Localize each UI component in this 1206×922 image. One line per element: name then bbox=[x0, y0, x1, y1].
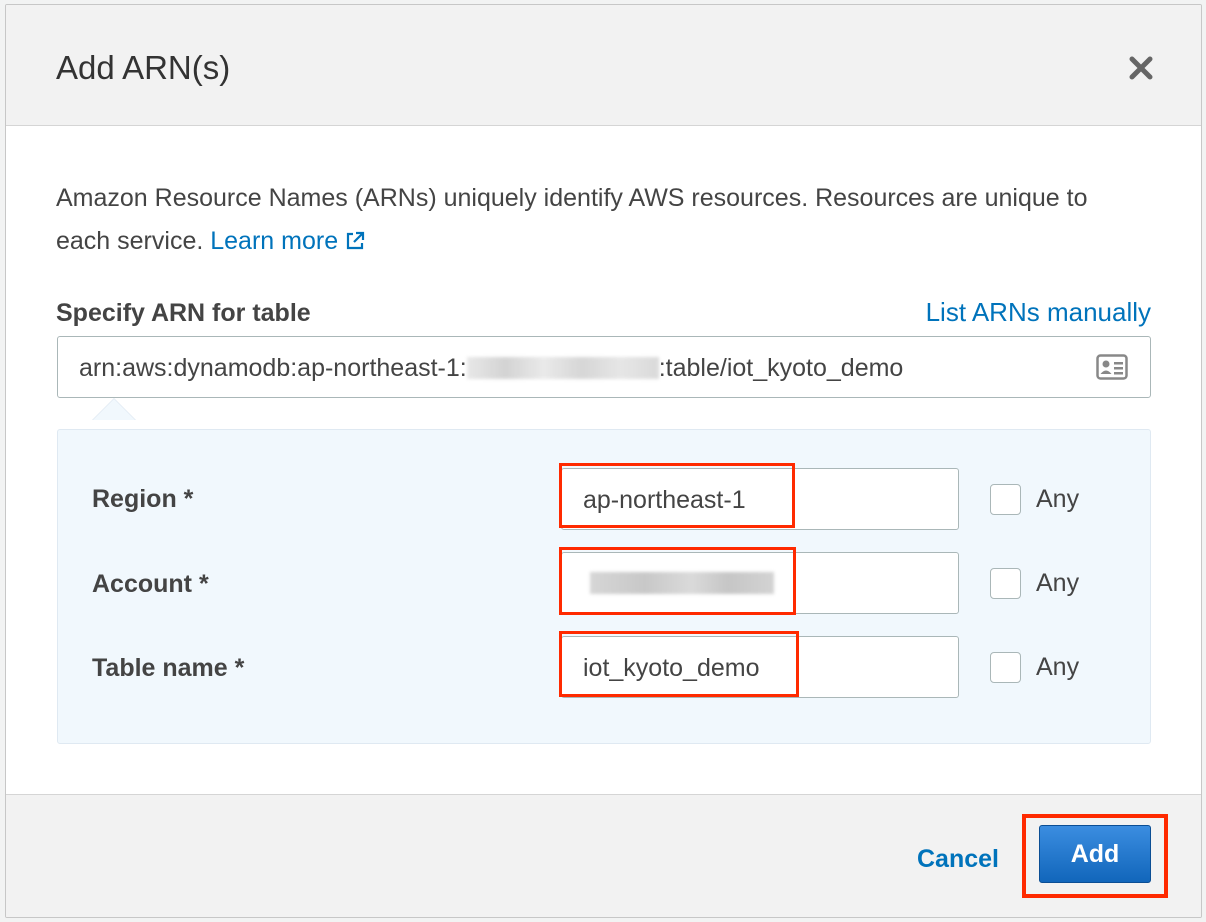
account-any-label: Any bbox=[1036, 569, 1080, 597]
region-any-label: Any bbox=[1036, 485, 1080, 513]
dialog-footer: Cancel Add bbox=[6, 794, 1201, 917]
table-name-label: Table name * bbox=[92, 654, 245, 682]
add-arn-dialog: Add ARN(s) Amazon Resource Names (ARNs) … bbox=[5, 4, 1202, 918]
region-any-checkbox[interactable] bbox=[990, 484, 1021, 515]
dialog-header: Add ARN(s) bbox=[6, 5, 1201, 126]
external-link-icon bbox=[347, 231, 365, 250]
redacted-account-id bbox=[466, 357, 659, 379]
account-any-checkbox[interactable] bbox=[990, 568, 1021, 599]
arn-builder-panel: Region * ap-northeast-1 Any Account * An… bbox=[57, 429, 1151, 744]
list-arns-manually-link[interactable]: List ARNs manually bbox=[926, 297, 1151, 328]
region-label: Region * bbox=[92, 485, 194, 513]
arn-label: Specify ARN for table bbox=[56, 299, 311, 327]
table-name-highlight bbox=[559, 631, 799, 697]
id-card-icon bbox=[1096, 354, 1128, 380]
close-button[interactable] bbox=[1126, 53, 1156, 83]
account-label: Account * bbox=[92, 570, 209, 598]
table-name-any-label: Any bbox=[1036, 653, 1080, 681]
arn-input[interactable]: arn:aws:dynamodb:ap-northeast-1::table/i… bbox=[57, 336, 1151, 398]
account-highlight bbox=[559, 547, 796, 615]
learn-more-link[interactable]: Learn more bbox=[210, 227, 366, 255]
arn-value: arn:aws:dynamodb:ap-northeast-1::table/i… bbox=[79, 354, 904, 382]
panel-pointer bbox=[92, 398, 136, 420]
dialog-title: Add ARN(s) bbox=[56, 49, 231, 86]
close-icon bbox=[1129, 56, 1153, 80]
cancel-button[interactable]: Cancel bbox=[917, 845, 999, 874]
region-highlight bbox=[559, 463, 795, 528]
add-button[interactable]: Add bbox=[1039, 825, 1151, 883]
dialog-description: Amazon Resource Names (ARNs) uniquely id… bbox=[56, 184, 1088, 255]
table-name-any-checkbox[interactable] bbox=[990, 652, 1021, 683]
